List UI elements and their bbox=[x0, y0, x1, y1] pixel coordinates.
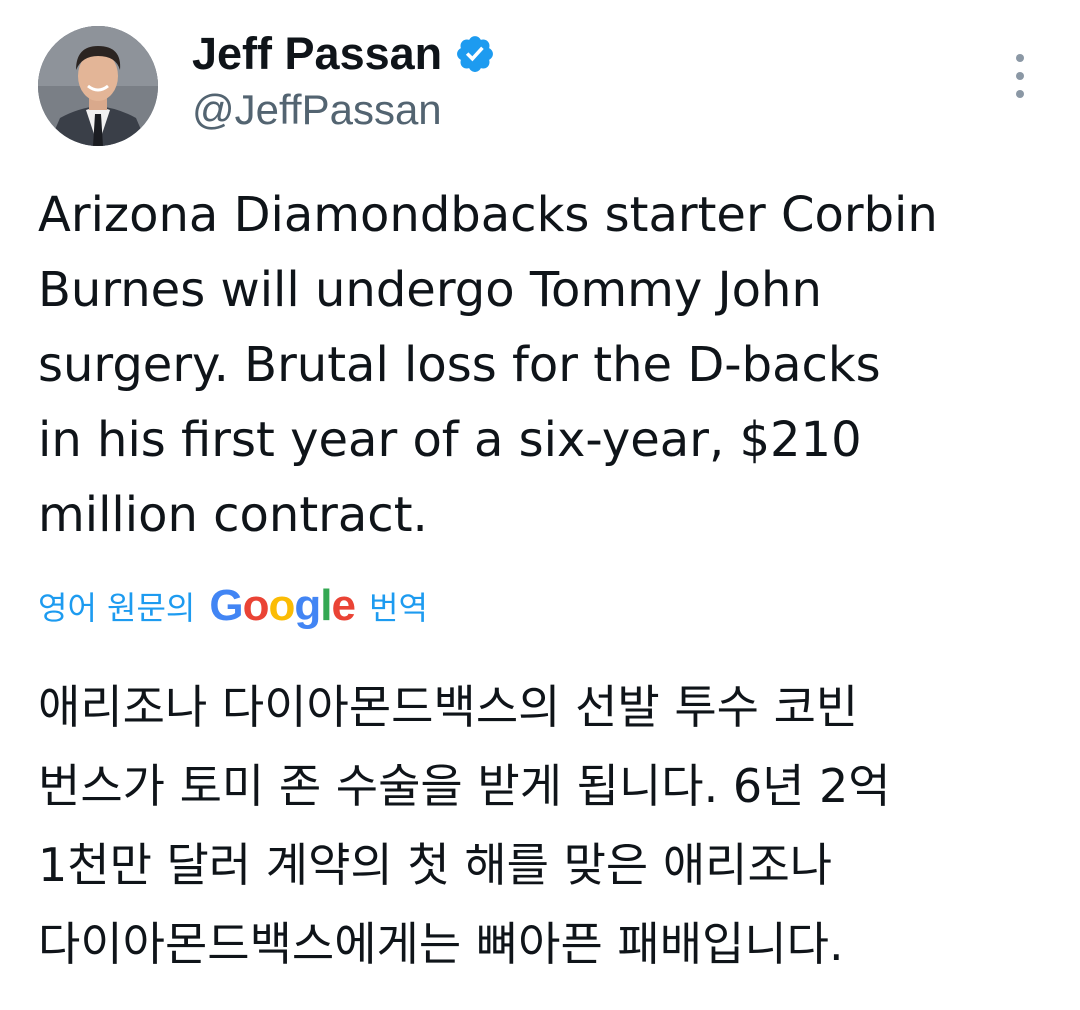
author-display-name[interactable]: Jeff Passan bbox=[192, 28, 442, 80]
translated-text-line: 다이아몬드백스에게는 뼈아픈 패배입니다. bbox=[38, 917, 844, 971]
tweet-text-line: Arizona Diamondbacks starter Corbin bbox=[38, 187, 938, 243]
google-logo-letter: g bbox=[294, 581, 321, 630]
translation-attribution[interactable]: 영어 원문의 Google 번역 bbox=[38, 578, 428, 634]
profile-photo bbox=[38, 26, 158, 146]
translation-prefix[interactable]: 영어 원문의 bbox=[38, 583, 195, 629]
google-logo-letter: l bbox=[320, 581, 332, 630]
translation-suffix[interactable]: 번역 bbox=[369, 583, 428, 629]
tweet-text-line: million contract. bbox=[38, 487, 428, 543]
tweet-text-line: in his first year of a six-year, $210 bbox=[38, 412, 862, 468]
tweet-text: Arizona Diamondbacks starter Corbin Burn… bbox=[38, 178, 1048, 553]
tweet-text-line: surgery. Brutal loss for the D-backs bbox=[38, 337, 881, 393]
translated-text-line: 1천만 달러 계약의 첫 해를 맞은 애리조나 bbox=[38, 838, 833, 892]
avatar[interactable] bbox=[38, 26, 158, 146]
author-handle[interactable]: @JeffPassan bbox=[192, 86, 442, 134]
google-logo-letter: e bbox=[331, 581, 357, 630]
more-vertical-icon bbox=[1016, 54, 1024, 62]
google-logo: Google bbox=[209, 581, 357, 631]
tweet-text-line: Burnes will undergo Tommy John bbox=[38, 262, 822, 318]
google-logo-letter: o bbox=[268, 581, 296, 630]
google-logo-letter: G bbox=[209, 581, 243, 630]
author-name-row[interactable]: Jeff Passan bbox=[192, 28, 496, 80]
google-logo-letter: o bbox=[242, 581, 270, 630]
translated-text-line: 애리조나 다이아몬드백스의 선발 투수 코빈 bbox=[38, 680, 859, 734]
translated-text-line: 번스가 토미 존 수술을 받게 됩니다. 6년 2억 bbox=[38, 759, 891, 813]
more-options-button[interactable] bbox=[1008, 54, 1032, 98]
verified-badge-icon bbox=[457, 36, 494, 72]
translated-text: 애리조나 다이아몬드백스의 선발 투수 코빈 번스가 토미 존 수술을 받게 됩… bbox=[38, 668, 1048, 984]
